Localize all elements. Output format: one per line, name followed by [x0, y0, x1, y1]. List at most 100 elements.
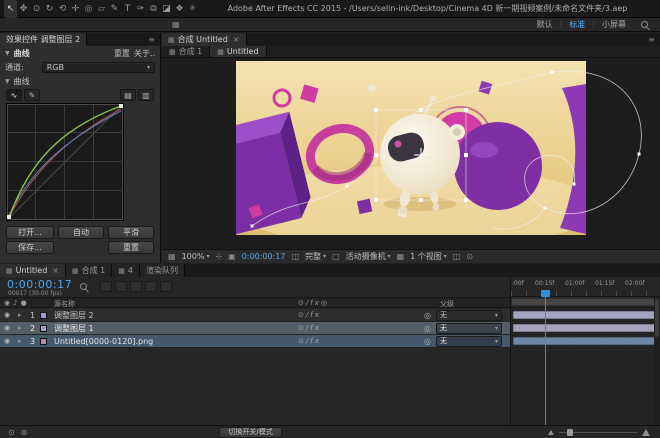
eye-icon[interactable]: ◉ [4, 335, 10, 348]
curves-editor[interactable] [6, 103, 124, 221]
tab-composition[interactable]: ▦ 合成 Untitled × [162, 33, 247, 46]
parent-select[interactable]: 无▾ [436, 323, 502, 334]
expand-layers-icon[interactable]: ⊙ [8, 428, 15, 437]
label-color-chip[interactable] [40, 312, 47, 319]
collapse-icon[interactable]: ▼ [5, 78, 10, 85]
solo-icon[interactable]: ⊙ [298, 324, 306, 332]
layer-duration-bar[interactable] [513, 337, 658, 345]
layer-track-2[interactable] [511, 322, 660, 335]
orbit-camera-tool-icon[interactable]: ⟲ [56, 0, 69, 18]
motion-blur-icon[interactable] [160, 281, 172, 292]
parent-select[interactable]: 无▾ [436, 310, 502, 321]
layer-name[interactable]: Untitled[0000-0120].png [54, 335, 153, 348]
pencil-tool-icon[interactable]: ✎ [24, 89, 40, 101]
fx-switch-icon[interactable]: ∕fx [306, 324, 321, 332]
rotate-tool-icon[interactable]: ↻ [43, 0, 56, 18]
playhead-line[interactable] [545, 297, 546, 425]
time-ruler[interactable]: :00f 00:15f 01:00f 01:15f 02:00f [511, 277, 660, 297]
selection-tool-icon[interactable]: ↖ [4, 0, 17, 18]
zoom-tool-icon[interactable]: ⊙ [30, 0, 43, 18]
workspace-grid-icon[interactable]: ▦ [172, 20, 180, 29]
layer-name[interactable]: 调整图层 1 [54, 322, 94, 335]
timeline-vertical-scrollbar[interactable] [654, 297, 660, 425]
reset-curve-button[interactable]: 重置 [108, 241, 154, 254]
resolution-select[interactable]: 完整 ▾ [305, 251, 326, 262]
mask-toggle-icon[interactable]: ▣ [228, 252, 236, 261]
reset-effect-link[interactable]: 重置 [114, 48, 130, 59]
about-effect-link[interactable]: 关于.. [134, 48, 155, 59]
timeline-track-area[interactable]: :00f 00:15f 01:00f 01:15f 02:00f [510, 277, 660, 425]
eye-icon[interactable]: ◉ [4, 309, 10, 322]
expand-icon[interactable]: ▸ [18, 309, 22, 322]
puppet-pin-tool-icon[interactable]: ⍟ [186, 0, 199, 18]
layer-row-1[interactable]: ◉ ▸ 1 调整图层 2 ⊙∕fx ◎ 无▾ [0, 309, 510, 322]
comp-mini-flowchart-icon[interactable] [100, 281, 112, 292]
solo-icon[interactable]: ⊙ [298, 311, 306, 319]
curve-options-icon[interactable]: ▥ [138, 89, 154, 101]
layer-track-1[interactable] [511, 309, 660, 322]
workspace-tab-standard[interactable]: 标准 [562, 18, 592, 32]
layer-switches[interactable]: ⊙∕fx [298, 309, 321, 322]
timeline-zoom-control[interactable] [548, 429, 650, 436]
source-name-header[interactable]: 源名称 [54, 299, 75, 309]
tab-timeline-4[interactable]: ▦ 4 [112, 264, 140, 277]
tab-effect-controls[interactable]: 效果控件 调整图层 2 [0, 33, 87, 46]
parent-header[interactable]: 父级 [440, 299, 454, 309]
transparency-grid-icon[interactable]: ▦ [397, 252, 405, 261]
solo-icon[interactable]: ⊙ [298, 337, 306, 345]
type-tool-icon[interactable]: T [121, 0, 134, 18]
view-layout-select[interactable]: 1 个视图 ▾ [410, 251, 447, 262]
tab-timeline-comp1[interactable]: ▦ 合成 1 [66, 264, 112, 277]
channel-select[interactable]: RGB ▾ [42, 62, 155, 73]
parent-select[interactable]: 无▾ [436, 336, 502, 347]
auto-button[interactable]: 自动 [58, 226, 104, 239]
layer-duration-bar[interactable] [513, 311, 658, 319]
shape-tool-icon[interactable]: ▱ [95, 0, 108, 18]
panel-menu-icon[interactable]: ≡ [643, 33, 660, 46]
draft-3d-icon[interactable] [115, 281, 127, 292]
snapshot-icon[interactable]: ◫ [291, 252, 299, 261]
layer-duration-bar[interactable] [513, 324, 658, 332]
open-curve-button[interactable]: 打开... [6, 226, 54, 239]
parent-pickwhip-icon[interactable]: ◎ [424, 322, 431, 335]
roto-brush-tool-icon[interactable]: ❖ [173, 0, 186, 18]
panel-menu-icon[interactable]: ≡ [143, 33, 160, 46]
pen-tool-icon[interactable]: ✎ [108, 0, 121, 18]
camera-tool-icon[interactable]: ◎ [82, 0, 95, 18]
expand-icon[interactable]: ▸ [18, 335, 22, 348]
brush-tool-icon[interactable]: ✑ [134, 0, 147, 18]
zoom-out-mountain-icon[interactable] [548, 430, 554, 435]
grid-guides-icon[interactable]: ⊹ [215, 252, 222, 261]
toggle-switches-modes-button[interactable]: 切换开关/模式 [219, 427, 281, 438]
zoom-level-select[interactable]: 100% ▾ [182, 252, 210, 261]
layer-track-3[interactable] [511, 335, 660, 348]
comp-tab-untitled[interactable]: ▦ Untitled [210, 46, 266, 57]
camera-select[interactable]: 活动摄像机 ▾ [346, 251, 391, 262]
parent-pickwhip-icon[interactable]: ◎ [424, 309, 431, 322]
tab-timeline-untitled[interactable]: ▦ Untitled × [0, 264, 66, 277]
exposure-icon[interactable]: ⊙ [466, 252, 473, 261]
settings-gear-icon[interactable]: ⊛ [21, 428, 28, 437]
zoom-slider-handle[interactable] [567, 429, 573, 436]
search-icon[interactable] [80, 283, 87, 290]
work-area-bar[interactable] [512, 299, 659, 305]
label-color-chip[interactable] [40, 338, 47, 345]
expand-icon[interactable]: ▸ [18, 322, 22, 335]
workspace-tab-default[interactable]: 默认 [530, 18, 560, 32]
curve-tool-icon[interactable]: ∿ [6, 89, 22, 101]
parent-pickwhip-icon[interactable]: ◎ [424, 335, 431, 348]
smooth-button[interactable]: 平滑 [108, 226, 154, 239]
tab-render-queue[interactable]: 渲染队列 [140, 264, 185, 277]
roi-icon[interactable]: ▢ [332, 252, 340, 261]
workspace-tab-small-screen[interactable]: 小屏幕 [595, 18, 633, 32]
pan-behind-tool-icon[interactable]: ✛ [69, 0, 82, 18]
zoom-slider-track[interactable] [559, 432, 637, 433]
save-curve-button[interactable]: 保存... [6, 241, 54, 254]
layer-row-3[interactable]: ◉ ▸ 3 Untitled[0000-0120].png ⊙∕fx ◎ 无▾ [0, 335, 510, 348]
comp-timecode[interactable]: 0:00:00:17 [242, 252, 286, 261]
hand-tool-icon[interactable]: ✥ [17, 0, 30, 18]
label-color-chip[interactable] [40, 325, 47, 332]
close-icon[interactable]: × [52, 266, 59, 275]
collapse-icon[interactable]: ▼ [5, 50, 10, 57]
pixel-aspect-icon[interactable]: ◫ [453, 252, 461, 261]
